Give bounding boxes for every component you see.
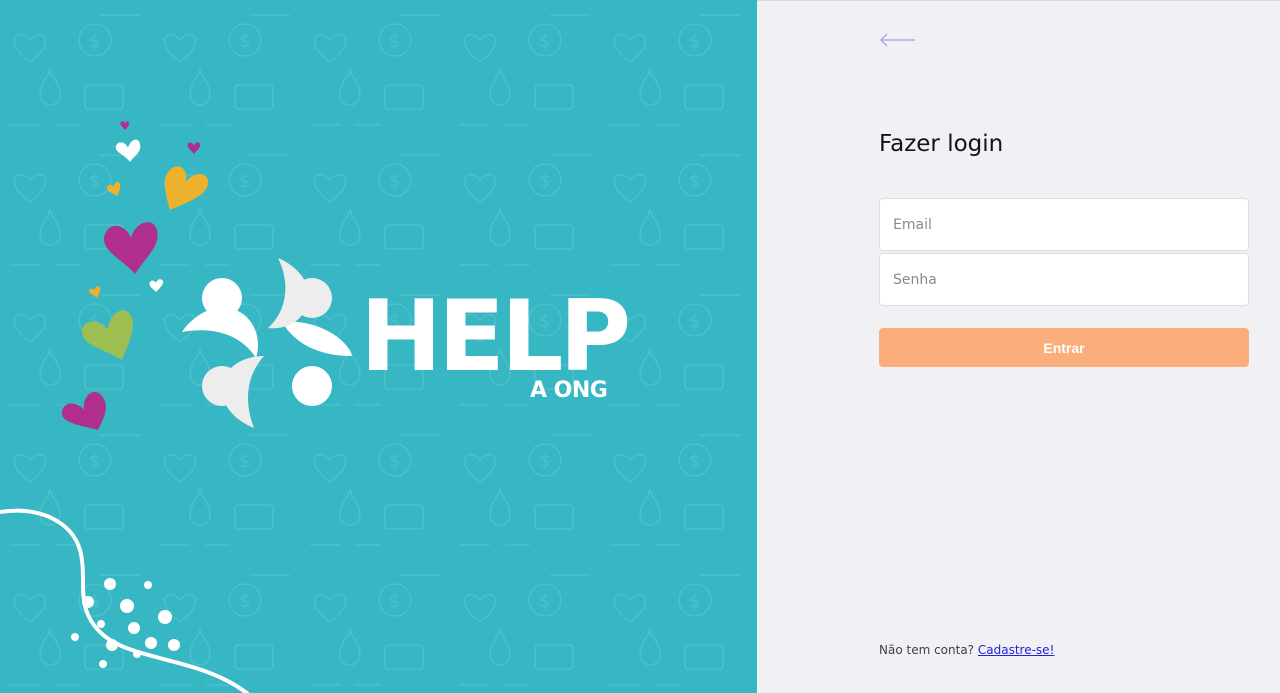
login-button[interactable]: Entrar bbox=[879, 328, 1249, 367]
logo-wordmark: HELP bbox=[360, 280, 631, 394]
hero-panel: $ bbox=[0, 0, 757, 693]
login-panel: Fazer login Entrar Não tem conta? Cadast… bbox=[757, 0, 1280, 693]
logo-mark bbox=[182, 258, 352, 428]
signup-prompt: Não tem conta? bbox=[879, 643, 975, 657]
arrow-left-icon bbox=[879, 33, 915, 47]
password-field[interactable] bbox=[879, 253, 1249, 306]
back-button[interactable] bbox=[878, 31, 918, 49]
heart-white-icon bbox=[115, 139, 141, 162]
signup-link[interactable]: Cadastre-se! bbox=[978, 643, 1055, 657]
signup-row: Não tem conta? Cadastre-se! bbox=[879, 643, 1054, 657]
logo-subtitle: A ONG bbox=[530, 378, 608, 403]
email-field[interactable] bbox=[879, 198, 1249, 251]
heart-green-icon bbox=[81, 310, 133, 360]
page-title: Fazer login bbox=[879, 131, 1004, 157]
decorative-dots bbox=[0, 508, 250, 693]
